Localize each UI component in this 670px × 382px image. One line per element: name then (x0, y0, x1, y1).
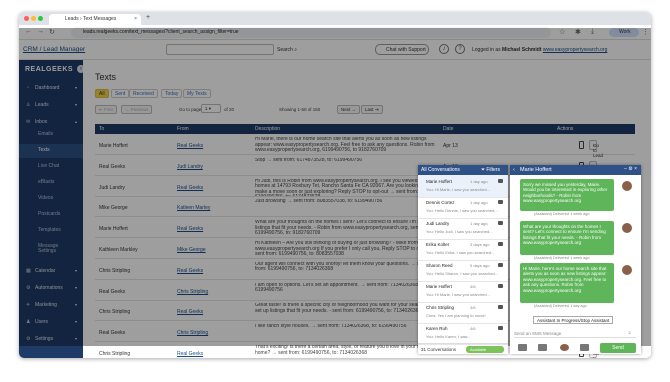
conversation-preview: You: Hi Marie, I saw you searched... (426, 187, 490, 192)
attachment-icon[interactable] (518, 344, 527, 351)
conversation-preview: You: Hello Judi, I saw you searched... (426, 229, 493, 234)
cell-from-link[interactable]: Real Geeks (177, 351, 203, 357)
conversation-time: 5 days ago (470, 263, 490, 268)
conversations-count: 31 Conversations (421, 347, 457, 352)
back-arrow-icon[interactable]: ‹ (513, 167, 515, 173)
chat-bubble-icon (498, 242, 503, 246)
conversation-time: 4/6 (470, 284, 476, 289)
sms-input-placeholder: Send an SMS Message (514, 331, 562, 336)
conversation-name: Sharon Reed (426, 263, 453, 268)
filters-label: Filters (486, 167, 500, 173)
cell-to: Chris Stripling (99, 351, 131, 357)
conversation-time: 4/6 (470, 305, 476, 310)
conversation-name: Marie Hoffert (426, 179, 452, 184)
chat-bubble-icon (498, 284, 503, 288)
message-meta: (Assistant) Delivered 1 week ago (534, 212, 590, 216)
conversation-time: 4/6 (470, 326, 476, 331)
message-bubble: Sorry we missed you yesterday, Marie. Wo… (520, 179, 614, 211)
conversation-time: 1 day ago (470, 200, 488, 205)
assistant-avatar (622, 181, 632, 191)
conversation-time: 3 days ago (470, 242, 490, 247)
conversation-item[interactable]: Dennis Cortez 1 day ago You: Hello Denni… (418, 196, 508, 219)
conversations-header: All Conversations ⏷ Filters (418, 165, 508, 175)
conversation-item[interactable]: Marie Hoffert 1 day ago You: Hi Marie, I… (418, 175, 508, 198)
minimize-window-icon[interactable] (31, 16, 36, 21)
chat-bubble-icon (498, 305, 503, 309)
minimize-icon[interactable]: – (624, 166, 627, 172)
cell-description: That's exciting! Is there a certain area… (255, 345, 427, 356)
contact-name[interactable]: Marie Hoffert (520, 167, 552, 173)
conversation-preview: You: Hello Erika, I saw you searched... (426, 250, 495, 255)
conversation-item[interactable]: Karen Ruh 4/6 You: Hello Karen, I saw... (418, 322, 508, 345)
conversation-preview: You: Hello Dennis, I saw you searched... (426, 208, 498, 213)
conversation-preview: You: Hello Sharon, I saw you searched... (426, 271, 499, 276)
message-meta: (Assistant) Delivered 1 week ago (534, 256, 590, 260)
chat-bubble-icon (498, 179, 503, 183)
conversation-item[interactable]: Sharon Reed 5 days ago You: Hello Sharon… (418, 259, 508, 282)
conversation-name: Judi Landry (426, 221, 450, 226)
message-bubble: What are your thoughts on the homes I se… (520, 221, 614, 255)
assistant-avatar-icon[interactable] (560, 344, 569, 351)
conversation-item[interactable]: Marie Hoffert 4/6 You: Hi Marie, I saw y… (418, 280, 508, 303)
send-button[interactable]: Send (600, 343, 636, 353)
conversation-name: Karen Ruh (426, 326, 448, 331)
maximize-window-icon[interactable] (38, 16, 43, 21)
chat-bubble-icon (498, 200, 503, 204)
conversation-name: Chris Stripling (426, 305, 455, 310)
message-meta: (Assistant) Delivered 1 day ago (534, 304, 587, 308)
message-header: ‹ Marie Hoffert – ⚙ × (510, 165, 641, 175)
chat-bubble-icon (498, 326, 503, 330)
gear-icon[interactable]: ⚙ (628, 166, 632, 172)
conversation-preview: Chris: Yes I am planning to move! (426, 313, 486, 318)
conversation-time: 1 day ago (470, 179, 488, 184)
conversations-panel: All Conversations ⏷ Filters Marie Hoffert… (418, 165, 508, 354)
chat-bubble-icon (498, 221, 503, 225)
sms-input[interactable]: Send an SMS Message ☺ (514, 329, 636, 338)
assistant-avatar (622, 223, 632, 233)
new-tab-icon[interactable]: + (146, 14, 150, 21)
conversation-item[interactable]: Chris Stripling 4/6 Chris: Yes I am plan… (418, 301, 508, 324)
conversation-name: Erika Kolter (426, 242, 450, 247)
video-icon[interactable] (580, 344, 589, 351)
conversation-item[interactable]: Erika Kolter 3 days ago You: Hello Erika… (418, 238, 508, 261)
close-icon[interactable]: × (634, 166, 637, 172)
filters-button[interactable]: ⏷ Filters (481, 167, 500, 173)
browser-tab-bar: Leads › Text Messages × + (19, 12, 651, 25)
conversation-preview: You: Hello Karen, I saw... (426, 334, 471, 339)
availability-toggle[interactable]: Available (466, 346, 504, 353)
panel-controls: – ⚙ × (624, 166, 637, 172)
message-bubble: Hi Marie, here's our home search site th… (520, 263, 614, 303)
chat-bubble-icon (498, 263, 503, 267)
message-panel: ‹ Marie Hoffert – ⚙ × Sorry we missed you … (510, 165, 641, 354)
tag-icon[interactable] (538, 344, 547, 351)
availability-label: Available (470, 347, 487, 352)
close-tab-icon[interactable]: × (134, 16, 137, 22)
tab-title: Leads › Text Messages (65, 16, 117, 22)
close-window-icon[interactable] (24, 16, 29, 21)
emoji-icon[interactable]: ☺ (627, 330, 632, 335)
conversation-name: Marie Hoffert (426, 284, 452, 289)
browser-tab[interactable]: Leads › Text Messages × (49, 14, 141, 25)
assistant-avatar (622, 265, 632, 275)
assistant-tooltip: Assistant In Progress/Stop Assistant (533, 316, 614, 324)
conversation-item[interactable]: Judi Landry 1 day ago You: Hello Judi, I… (418, 217, 508, 240)
conversations-title: All Conversations (421, 167, 460, 173)
filter-icon: ⏷ (480, 167, 485, 173)
conversations-footer: 31 Conversations Available (418, 343, 508, 354)
conversation-name: Dennis Cortez (426, 200, 455, 205)
conversation-time: 1 day ago (470, 221, 488, 226)
conversation-preview: You: Hi Marie, I saw you searched... (426, 292, 490, 297)
